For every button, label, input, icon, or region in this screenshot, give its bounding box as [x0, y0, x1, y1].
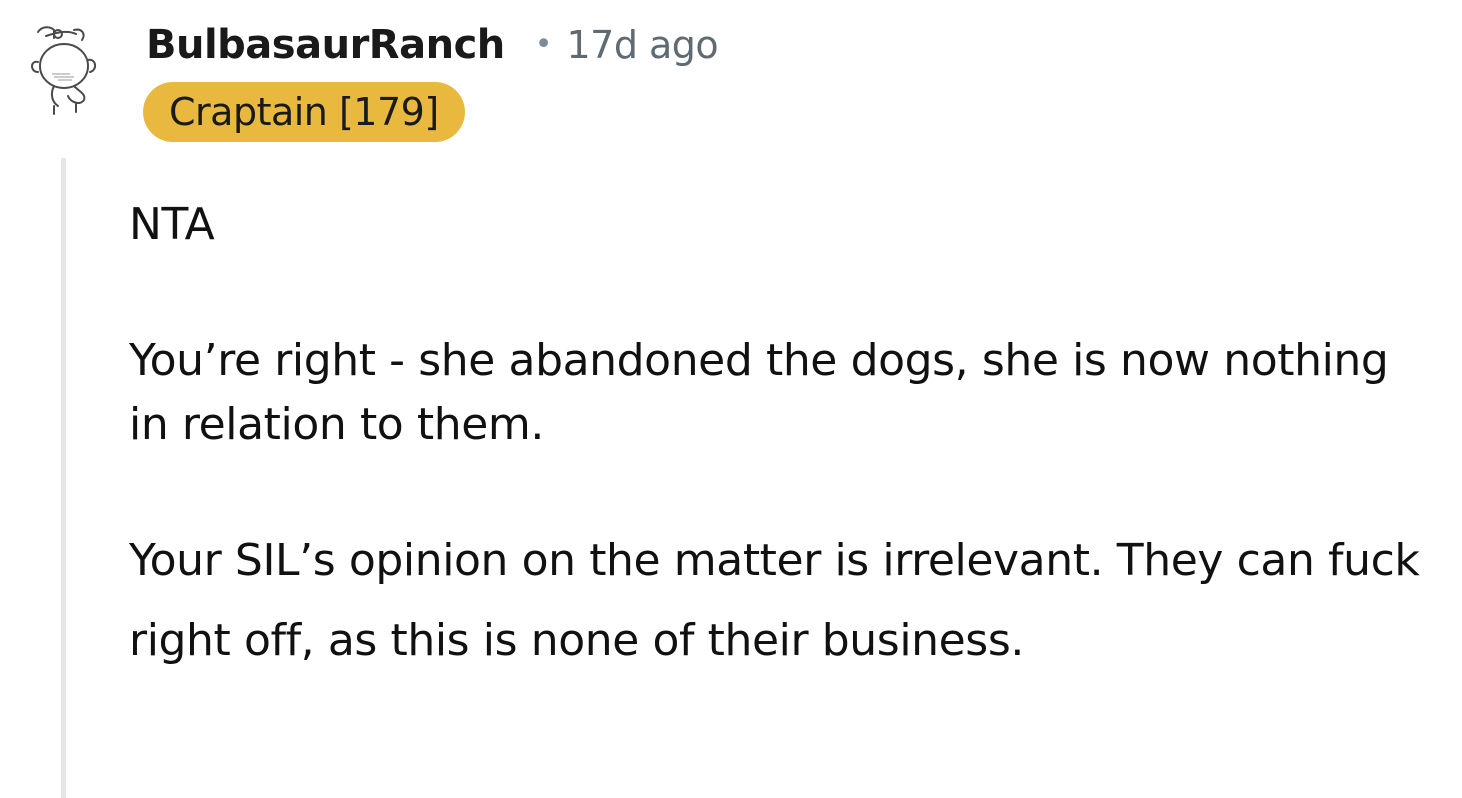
comment-author[interactable]: BulbasaurRanch — [146, 22, 505, 68]
snoo-avatar-icon — [31, 26, 96, 115]
comment-header: BulbasaurRanch • 17d ago — [146, 22, 719, 68]
user-flair-label: Craptain [179] — [169, 90, 439, 134]
comment-paragraph: NTA — [129, 199, 215, 250]
comment-paragraph: You’re right - she abandoned the dogs, s… — [129, 335, 1389, 450]
comment-timestamp[interactable]: 17d ago — [566, 23, 718, 67]
comment-paragraph: Your SIL’s opinion on the matter is irre… — [129, 535, 1420, 666]
avatar[interactable] — [24, 20, 104, 120]
user-flair-badge: Craptain [179] — [143, 82, 465, 142]
comment-body: NTA You’re right - she abandoned the dog… — [129, 185, 1439, 681]
meta-separator: • — [534, 27, 553, 62]
thread-collapse-line[interactable] — [61, 158, 66, 798]
